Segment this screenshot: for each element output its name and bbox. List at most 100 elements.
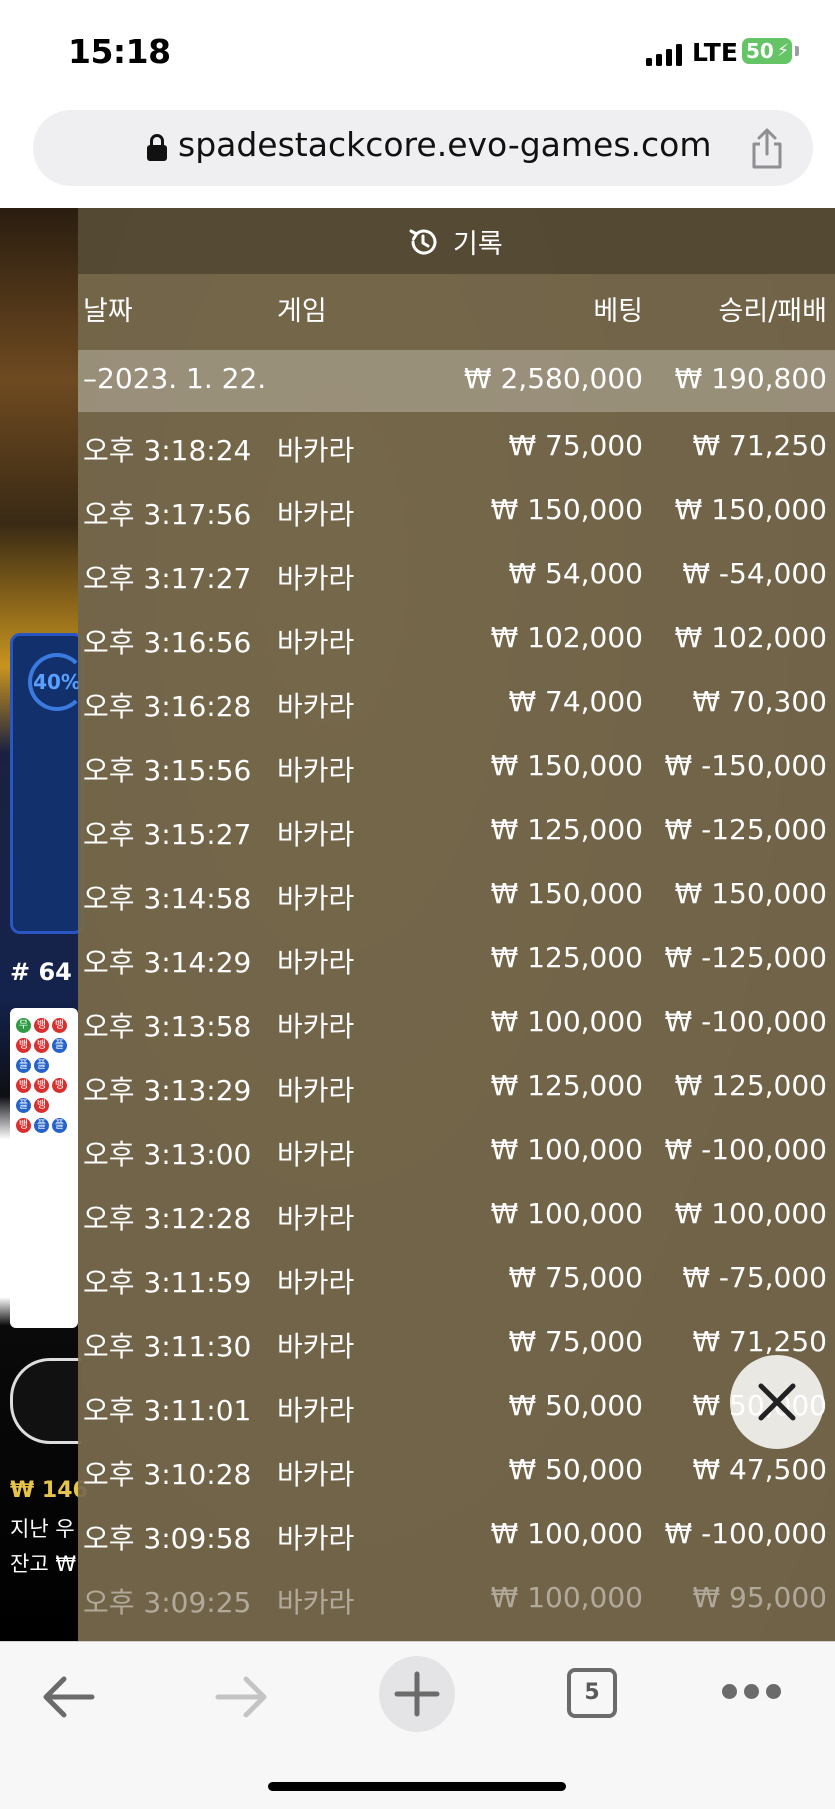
- forward-button[interactable]: [214, 1672, 270, 1722]
- table-row[interactable]: 오후 3:12:28 바카라 ₩ 100,000 ₩ 100,000: [78, 1186, 835, 1250]
- row-bet: ₩ 125,000: [490, 813, 643, 846]
- lock-icon: [146, 132, 168, 162]
- tab-count: 5: [584, 1680, 600, 1705]
- table-row[interactable]: 오후 3:09:58 바카라 ₩ 100,000 ₩ -100,000: [78, 1506, 835, 1570]
- row-time: 오후 3:13:58: [83, 1010, 252, 1043]
- table-row[interactable]: 오후 3:14:58 바카라 ₩ 150,000 ₩ 150,000: [78, 866, 835, 930]
- row-win-loss: ₩ -125,000: [664, 941, 827, 974]
- ellipsis-icon: [722, 1684, 737, 1699]
- status-time: 15:18: [68, 32, 171, 71]
- table-row[interactable]: 오후 3:17:27 바카라 ₩ 54,000 ₩ -54,000: [78, 546, 835, 610]
- row-bet: ₩ 100,000: [490, 1133, 643, 1166]
- cellular-signal-icon: [646, 44, 684, 66]
- status-bar: 15:18 LTE 50 ⚡: [0, 0, 835, 104]
- address-bar[interactable]: spadestackcore.evo-games.com: [33, 110, 813, 186]
- row-bet: ₩ 100,000: [490, 1581, 643, 1614]
- row-time: 오후 3:10:28: [83, 1458, 252, 1491]
- background-round-number: # 64: [10, 958, 72, 986]
- row-win-loss: ₩ -54,000: [682, 557, 827, 590]
- row-game: 바카라: [277, 882, 355, 915]
- row-time: 오후 3:13:00: [83, 1138, 252, 1171]
- row-game: 바카라: [277, 1394, 355, 1427]
- close-history-button[interactable]: [730, 1355, 824, 1449]
- background-balance-label: 잔고 ₩: [10, 1552, 77, 1576]
- arrow-left-icon: [43, 1676, 95, 1718]
- home-indicator[interactable]: [268, 1782, 566, 1791]
- row-game: 바카라: [277, 754, 355, 787]
- row-win-loss: ₩ 71,250: [692, 429, 827, 462]
- table-row[interactable]: 오후 3:11:01바카라₩ 50,000₩ 50,000: [78, 1378, 835, 1442]
- table-row[interactable]: 오후 3:09:25 바카라 ₩ 100,000 ₩ 95,000: [78, 1570, 835, 1634]
- row-win-loss: ₩ 70,300: [692, 685, 827, 718]
- row-win-loss: ₩ -150,000: [664, 749, 827, 782]
- row-win-loss: ₩ 150,000: [674, 493, 827, 526]
- table-row[interactable]: 오후 3:17:56 바카라 ₩ 150,000 ₩ 150,000: [78, 482, 835, 546]
- tabs-button[interactable]: 5: [567, 1668, 617, 1718]
- row-bet: ₩ 150,000: [490, 877, 643, 910]
- row-game: 바카라: [277, 818, 355, 851]
- table-row[interactable]: 오후 3:13:00 바카라 ₩ 100,000 ₩ -100,000: [78, 1122, 835, 1186]
- row-game: 바카라: [277, 946, 355, 979]
- row-win-loss: ₩ 125,000: [674, 1069, 827, 1102]
- table-row[interactable]: 오후 3:11:59 바카라 ₩ 75,000 ₩ -75,000: [78, 1250, 835, 1314]
- table-row[interactable]: 오후 3:10:28 바카라 ₩ 50,000 ₩ 47,500: [78, 1442, 835, 1506]
- column-header-bet: 베팅: [593, 296, 643, 327]
- row-game: 바카라: [277, 1202, 355, 1235]
- row-time: 오후 3:15:27: [83, 818, 252, 851]
- charging-bolt-icon: ⚡: [777, 41, 789, 61]
- table-row[interactable]: 오후 3:16:56 바카라 ₩ 102,000 ₩ 102,000: [78, 610, 835, 674]
- row-game: 바카라: [277, 498, 355, 531]
- more-options-button[interactable]: [720, 1682, 784, 1706]
- row-game: 바카라: [277, 1266, 355, 1299]
- row-bet: ₩ 75,000: [508, 1261, 643, 1294]
- row-game: 바카라: [277, 690, 355, 723]
- row-win-loss: ₩ 47,500: [692, 1453, 827, 1486]
- network-type: LTE: [692, 38, 738, 67]
- history-column-headers: 날짜 게임 베팅 승리/패배: [78, 274, 835, 338]
- row-win-loss: ₩ -125,000: [664, 813, 827, 846]
- row-bet: ₩ 125,000: [490, 941, 643, 974]
- row-time: 오후 3:16:28: [83, 690, 252, 723]
- table-row[interactable]: 오후 3:16:28 바카라 ₩ 74,000 ₩ 70,300: [78, 674, 835, 738]
- row-bet: ₩ 100,000: [490, 1005, 643, 1038]
- new-tab-button[interactable]: [379, 1656, 455, 1732]
- plus-icon: [394, 1671, 440, 1717]
- row-win-loss: ₩ 150,000: [674, 877, 827, 910]
- table-row[interactable]: 오후 3:11:30 바카라 ₩ 75,000 ₩ 71,250: [78, 1314, 835, 1378]
- row-game: 바카라: [277, 1138, 355, 1171]
- summary-win-loss-total: ₩ 190,800: [674, 362, 827, 395]
- row-bet: ₩ 50,000: [508, 1389, 643, 1422]
- history-date-summary-row[interactable]: –2023. 1. 22. ₩ 2,580,000 ₩ 190,800: [78, 350, 835, 412]
- column-header-game: 게임: [277, 296, 327, 327]
- close-icon: [758, 1383, 796, 1421]
- background-chip: [10, 1358, 81, 1444]
- history-panel: 기록 날짜 게임 베팅 승리/패배 –2023. 1. 22. ₩ 2,580,…: [78, 208, 835, 1641]
- url-text[interactable]: spadestackcore.evo-games.com: [178, 125, 712, 164]
- share-icon[interactable]: [747, 126, 787, 170]
- table-row[interactable]: 오후 3:15:56 바카라 ₩ 150,000 ₩ -150,000: [78, 738, 835, 802]
- table-row[interactable]: 오후 3:15:27 바카라 ₩ 125,000 ₩ -125,000: [78, 802, 835, 866]
- row-game: 바카라: [277, 1330, 355, 1363]
- row-win-loss: ₩ 95,000: [692, 1581, 827, 1614]
- back-button[interactable]: [40, 1672, 96, 1722]
- row-win-loss: ₩ -100,000: [664, 1133, 827, 1166]
- row-win-loss: ₩ -75,000: [682, 1261, 827, 1294]
- row-bet: ₩ 75,000: [508, 429, 643, 462]
- table-row[interactable]: 오후 3:14:29 바카라 ₩ 125,000 ₩ -125,000: [78, 930, 835, 994]
- summary-bet-total: ₩ 2,580,000: [463, 362, 643, 395]
- row-win-loss: ₩ -100,000: [664, 1517, 827, 1550]
- row-win-loss: ₩ 71,250: [692, 1325, 827, 1358]
- row-time: 오후 3:13:29: [83, 1074, 252, 1107]
- row-time: 오후 3:16:56: [83, 626, 252, 659]
- game-viewport: 40% # 64 무 뱅 뱅 뱅 뱅 플 플 플 뱅 뱅 뱅 플 뱅 뱅 플 플…: [0, 208, 835, 1641]
- row-time: 오후 3:18:24: [83, 434, 252, 467]
- row-win-loss: ₩ 102,000: [674, 621, 827, 654]
- history-title: 기록: [453, 229, 503, 260]
- summary-date: –2023. 1. 22.: [83, 362, 267, 395]
- row-time: 오후 3:11:01: [83, 1394, 252, 1427]
- table-row[interactable]: 오후 3:13:29 바카라 ₩ 125,000 ₩ 125,000: [78, 1058, 835, 1122]
- table-row[interactable]: 오후 3:13:58 바카라 ₩ 100,000 ₩ -100,000: [78, 994, 835, 1058]
- table-row[interactable]: 오후 3:18:24 바카라 ₩ 75,000 ₩ 71,250: [78, 418, 835, 482]
- row-game: 바카라: [277, 434, 355, 467]
- row-bet: ₩ 150,000: [490, 749, 643, 782]
